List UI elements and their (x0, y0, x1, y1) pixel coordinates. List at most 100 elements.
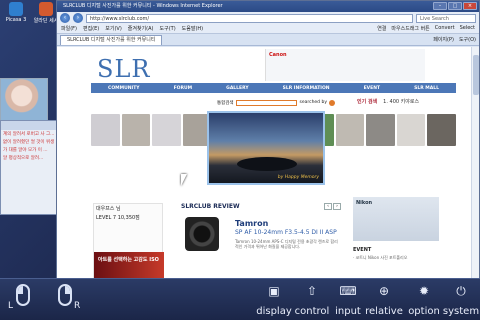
browser-titlebar[interactable]: SLRCLUB 디지털 사진가를 위한 커뮤니티 - Windows Inter… (57, 1, 479, 12)
address-row: ‹ › http://www.slrclub.com/ Live Search (57, 12, 479, 24)
background-window-line: 가 대를 알야 모가 이 ... (3, 148, 48, 153)
menu-favorites[interactable]: 즐겨찾기(A) (128, 25, 154, 32)
site-search: 통합검색 searched by (217, 99, 335, 106)
desktop-photo-thumbnail (0, 78, 48, 122)
ad-banner[interactable]: 아트를 선택하는 고감도 ISO (94, 252, 164, 278)
control-label: control (294, 306, 330, 317)
menu-view[interactable]: 보기(V) (105, 25, 122, 32)
address-bar[interactable]: http://www.slrclub.com/ (86, 13, 413, 23)
profile-box: 대우프스 님 LEVEL 7 10,350점 아트를 선택하는 고감도 ISO (93, 203, 164, 278)
aladin-icon (39, 2, 53, 16)
display-label: display (256, 306, 292, 317)
nav-forum[interactable]: FORUM (174, 86, 193, 91)
review-next-button[interactable]: › (333, 203, 341, 210)
tools-menu[interactable]: 도구(O) (459, 36, 476, 43)
desktop-icon-picasa[interactable]: Picasa 3 (2, 2, 30, 23)
nav-slr-mall[interactable]: SLR MALL (414, 86, 439, 91)
menu-bar: 파일(F) 편집(E) 보기(V) 즐겨찾기(A) 도구(T) 도움말(H) 연… (57, 24, 479, 34)
review-model[interactable]: SP AF 10-24mm F3.5-4.5 DI II ASP (235, 229, 337, 236)
page-content: SLR Canon COMMUNITY FORUM GALLERY SLR IN… (57, 47, 479, 278)
relative-button[interactable]: ⊕ relative (365, 283, 403, 317)
menu-file[interactable]: 파일(F) (61, 25, 77, 32)
back-button[interactable]: ‹ (60, 13, 70, 23)
control-icon: ⇧ (306, 284, 318, 298)
strip-photo[interactable] (91, 114, 120, 146)
lens-image[interactable] (185, 217, 219, 251)
strip-photo[interactable] (335, 114, 365, 146)
power-icon: ⏻ (456, 284, 466, 298)
nav-slr-information[interactable]: SLR INFORMATION (283, 86, 330, 91)
maximize-button[interactable]: □ (448, 2, 462, 10)
nav-event[interactable]: EVENT (364, 86, 380, 91)
mouse-cursor-icon (181, 174, 187, 186)
popular-search: 인기 검색 1. 400 키야로스 (357, 97, 457, 106)
strip-photo[interactable] (152, 114, 181, 146)
right-column: Nikon EVENT · 코트니 Nikon 사진 포트폴리오 (353, 197, 439, 277)
background-window[interactable]: 계의 알려서 로버고 사 그... 없이 알려줬던 얼 것이 위생 ... 가 … (0, 120, 58, 215)
featured-photo[interactable]: by Happy Memory (207, 111, 325, 185)
search-input[interactable]: Live Search (416, 13, 476, 23)
featured-photo-rock (237, 157, 297, 171)
vertical-scrollbar[interactable] (471, 47, 479, 278)
gear-icon: ✹ (418, 284, 430, 298)
left-click-button[interactable] (16, 284, 30, 306)
browser-window: SLRCLUB 디지털 사진가를 위한 커뮤니티 - Windows Inter… (56, 0, 480, 278)
menu-link[interactable]: 연결 (377, 25, 386, 32)
background-window-titlebar[interactable] (1, 121, 57, 130)
convert-button[interactable]: Convert (435, 25, 455, 32)
site-search-button[interactable] (329, 99, 335, 106)
strip-photo[interactable] (427, 114, 456, 146)
menu-edit[interactable]: 편집(E) (83, 25, 99, 32)
display-button[interactable]: ▣ display (256, 283, 292, 317)
nikon-banner[interactable]: Nikon (353, 197, 439, 241)
popular-search-item[interactable]: 1. 400 키야로스 (383, 98, 419, 105)
page-menu[interactable]: 페이지(P) (433, 36, 454, 43)
nav-community[interactable]: COMMUNITY (108, 86, 140, 91)
review-prev-button[interactable]: ‹ (324, 203, 332, 210)
top-banner[interactable]: Canon (265, 49, 425, 81)
review-brand[interactable]: Tamron (235, 219, 268, 228)
minimize-button[interactable]: – (433, 2, 447, 10)
left-mouse-label: L (8, 301, 14, 311)
review-section: SLRCLUB REVIEW ‹ › Tamron SP AF 10-24mm … (181, 203, 341, 278)
nikon-label: Nikon (356, 200, 373, 206)
relative-mouse-icon: ⊕ (378, 284, 390, 298)
menu-drag-button[interactable]: 마우스드래그 버튼 (391, 25, 429, 32)
select-button[interactable]: Select (460, 25, 475, 32)
menu-tools[interactable]: 도구(T) (160, 25, 176, 32)
site-search-input[interactable] (235, 99, 298, 106)
right-click-button[interactable] (58, 284, 72, 306)
background-window-line: 없이 알려줬던 얼 것이 위생 ... (3, 140, 57, 145)
strip-photo[interactable] (121, 114, 151, 146)
profile-name[interactable]: 대우프스 님 (94, 204, 162, 213)
picasa-icon (9, 2, 23, 16)
control-button[interactable]: ⇧ control (294, 283, 330, 317)
close-button[interactable]: × (463, 2, 477, 10)
strip-photo[interactable] (366, 114, 395, 146)
main-nav: COMMUNITY FORUM GALLERY SLR INFORMATION … (91, 83, 456, 93)
menu-help[interactable]: 도움말(H) (182, 25, 203, 32)
tab-slrclub[interactable]: SLRCLUB 디지털 사진가를 위한 커뮤니티 (60, 34, 163, 45)
scrollbar-thumb[interactable] (473, 55, 479, 95)
browser-title: SLRCLUB 디지털 사진가를 위한 커뮤니티 - Windows Inter… (63, 3, 223, 9)
site-search-label: 통합검색 (217, 100, 234, 106)
strip-photo[interactable] (396, 114, 426, 146)
forward-button[interactable]: › (73, 13, 83, 23)
option-button[interactable]: ✹ option (406, 283, 442, 317)
site-search-note: searched by (299, 100, 327, 105)
event-item[interactable]: · 코트니 Nikon 사진 포트폴리오 (353, 255, 439, 260)
desktop-icon-label: Picasa 3 (5, 17, 27, 23)
popular-search-title: 인기 검색 (357, 99, 378, 105)
left-mouse-icon (18, 286, 23, 294)
tab-row: SLRCLUB 디지털 사진가를 위한 커뮤니티 페이지(P) 도구(O) (57, 34, 479, 46)
nav-gallery[interactable]: GALLERY (226, 86, 248, 91)
relative-label: relative (365, 306, 403, 317)
profile-level: LEVEL 7 10,350점 (94, 213, 162, 222)
right-mouse-icon (65, 286, 70, 294)
site-logo[interactable]: SLR (97, 55, 150, 83)
system-button[interactable]: ⏻ system (442, 283, 480, 317)
right-mouse-label: R (74, 301, 81, 311)
system-label: system (442, 306, 480, 317)
input-button[interactable]: ⌨ input (334, 283, 362, 317)
review-heading: SLRCLUB REVIEW (181, 203, 240, 210)
